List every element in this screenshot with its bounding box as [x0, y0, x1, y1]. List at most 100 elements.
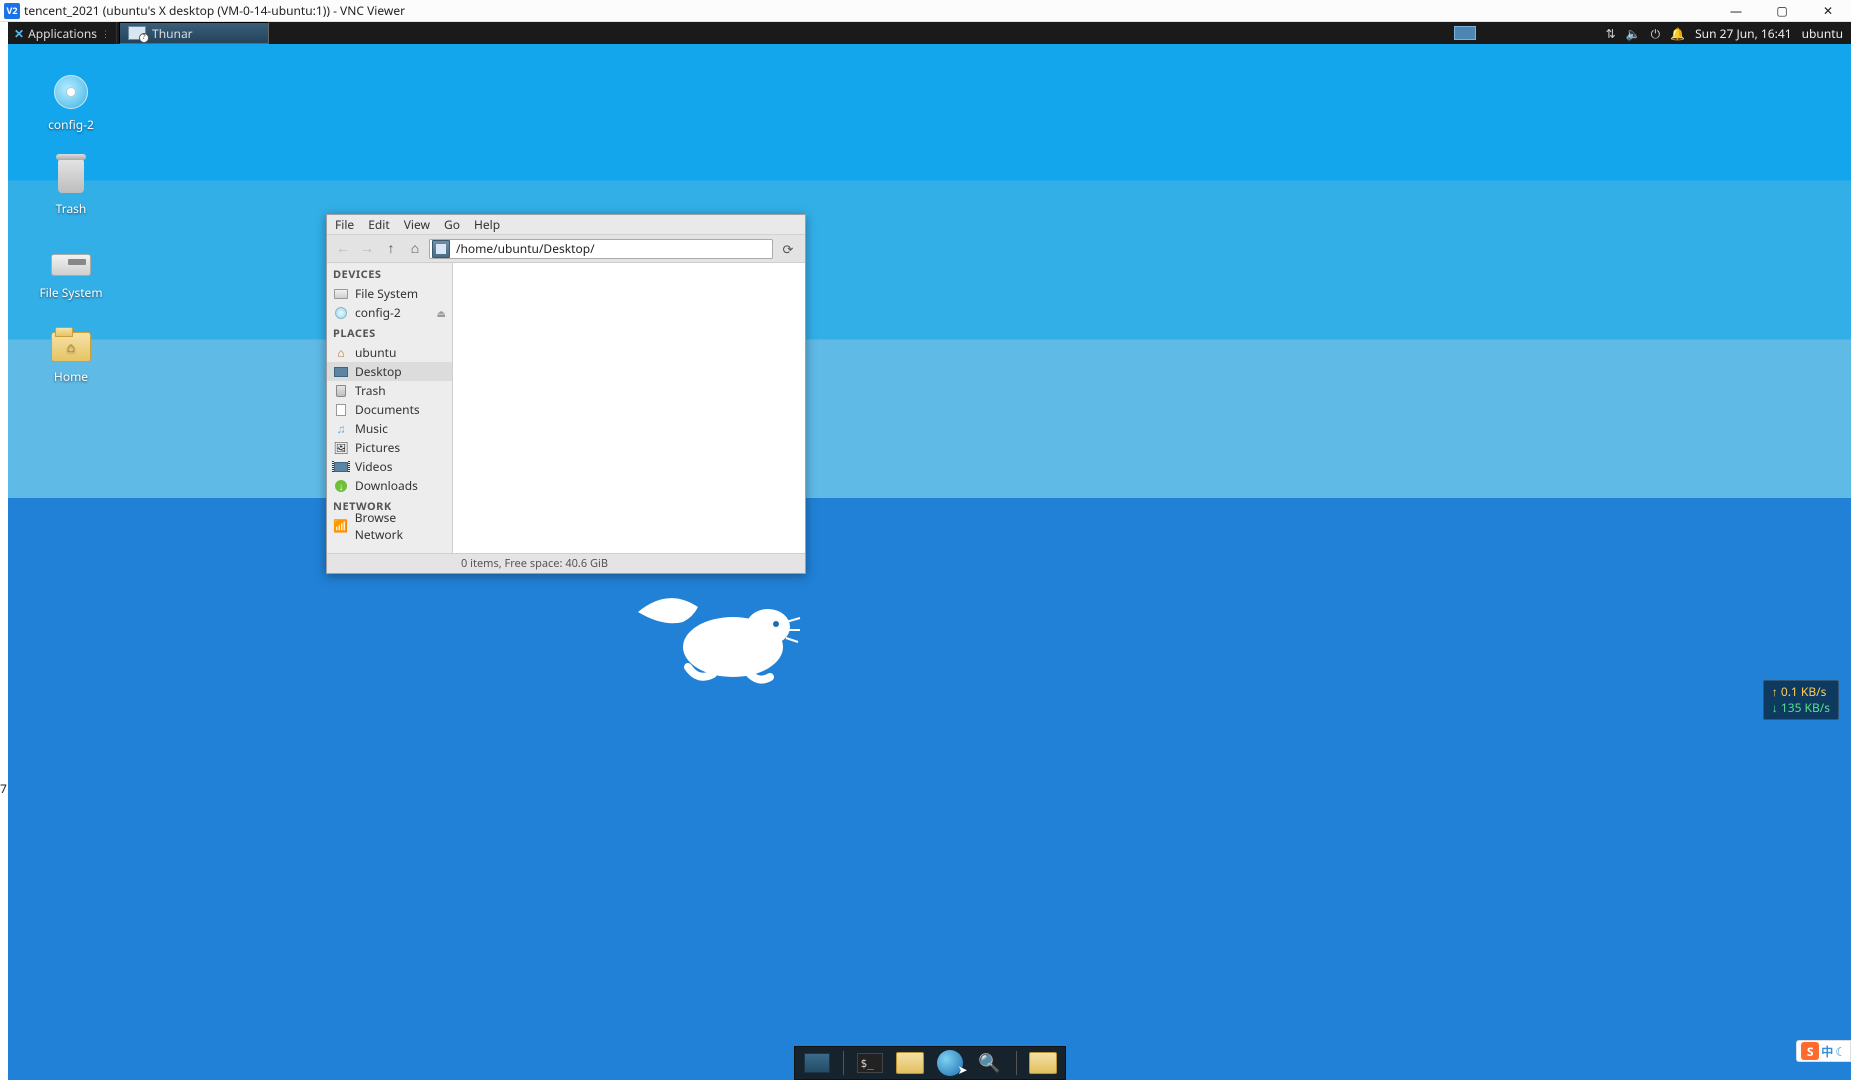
menu-view[interactable]: View [404, 216, 430, 233]
panel-username[interactable]: ubuntu [1802, 25, 1843, 42]
xfce-bottom-dock: $_ ➤ 🔍 [794, 1046, 1066, 1080]
downloads-icon: ↓ [335, 480, 347, 492]
menu-edit[interactable]: Edit [368, 216, 389, 233]
applications-label: Applications [28, 25, 97, 42]
system-tray: ⇅ 🔈 ⏻ 🔔 Sun 27 Jun, 16:41 ubuntu [1446, 25, 1851, 42]
sidebar-item-label: Pictures [355, 439, 400, 456]
thunar-content-pane[interactable] [453, 263, 805, 553]
path-text[interactable]: /home/ubuntu/Desktop/ [452, 240, 772, 257]
drive-icon [51, 254, 91, 276]
dock-filemanager-button[interactable] [894, 1050, 926, 1076]
vnc-window-title: tencent_2021 (ubuntu's X desktop (VM-0-1… [24, 2, 1713, 19]
nav-up-button[interactable]: ↑ [381, 239, 401, 259]
dock-search-button[interactable]: 🔍 [974, 1050, 1006, 1076]
netspeed-upload: ↑ 0.1 KB/s [1772, 684, 1830, 700]
sidebar-place-downloads[interactable]: ↓ Downloads [327, 476, 452, 495]
panel-clock[interactable]: Sun 27 Jun, 16:41 [1695, 25, 1792, 42]
nav-home-button[interactable]: ⌂ [405, 239, 425, 259]
power-tray-icon[interactable]: ⏻ [1651, 25, 1661, 42]
sidebar-device-filesystem[interactable]: File System [327, 284, 452, 303]
desktop-icon-label: config-2 [48, 116, 94, 133]
trash-icon [58, 159, 84, 193]
dock-terminal-button[interactable]: $_ [854, 1050, 886, 1076]
wallpaper [8, 22, 1851, 1080]
thunar-window[interactable]: File Edit View Go Help ← → ↑ ⌂ /home/ubu… [326, 214, 806, 574]
sidebar-item-label: ubuntu [355, 344, 396, 361]
sidebar-header-devices: DEVICES [327, 263, 452, 284]
dock-browser-button[interactable]: ➤ [934, 1050, 966, 1076]
sidebar-place-music[interactable]: ♫ Music [327, 419, 452, 438]
sidebar-header-places: PLACES [327, 322, 452, 343]
notifications-tray-icon[interactable]: 🔔 [1670, 25, 1685, 42]
sidebar-place-documents[interactable]: Documents [327, 400, 452, 419]
desktop-icon-label: File System [39, 284, 102, 301]
thunar-task-icon: ? [128, 26, 146, 40]
sidebar-place-desktop[interactable]: Desktop [327, 362, 452, 381]
vnc-logo-icon: V2 [4, 3, 20, 19]
trash-icon [336, 385, 346, 397]
thunar-statusbar: 0 items, Free space: 40.6 GiB [327, 553, 805, 573]
vnc-minimize-button[interactable]: — [1713, 0, 1759, 22]
menu-file[interactable]: File [335, 216, 354, 233]
ime-indicator[interactable]: S 中 ☾ [1796, 1040, 1851, 1062]
desktop-icon-trash[interactable]: Trash [26, 156, 116, 217]
thunar-menubar: File Edit View Go Help [327, 215, 805, 235]
ime-mode-icon[interactable]: ☾ [1835, 1043, 1846, 1060]
remote-desktop[interactable]: ✕ Applications ⋮ ? Thunar ⇅ 🔈 ⏻ 🔔 Sun 27… [8, 22, 1851, 1080]
sidebar-network-browse[interactable]: 📶 Browse Network [327, 516, 452, 535]
path-entry[interactable]: /home/ubuntu/Desktop/ [429, 239, 773, 259]
nav-back-button[interactable]: ← [333, 239, 353, 259]
desktop-icon-filesystem[interactable]: File System [26, 240, 116, 301]
nav-refresh-button[interactable]: ⟳ [777, 240, 799, 258]
pictures-icon: 🖼 [333, 441, 349, 455]
vnc-close-button[interactable]: ✕ [1805, 0, 1851, 22]
status-text: 0 items, Free space: 40.6 GiB [461, 556, 608, 571]
thunar-sidebar: DEVICES File System config-2 ⏏ PLACES ⌂ … [327, 263, 453, 553]
sidebar-place-pictures[interactable]: 🖼 Pictures [327, 438, 452, 457]
sidebar-place-trash[interactable]: Trash [327, 381, 452, 400]
menu-go[interactable]: Go [444, 216, 460, 233]
network-tray-icon[interactable]: ⇅ [1606, 25, 1616, 42]
workspace-switcher[interactable] [1454, 26, 1476, 40]
home-icon: ⌂ [333, 346, 349, 360]
magnifier-icon: 🔍 [978, 1051, 1000, 1075]
applications-menu-button[interactable]: ✕ Applications ⋮ [8, 22, 117, 44]
cursor-icon: ➤ [957, 1061, 967, 1078]
sidebar-item-label: Trash [355, 382, 386, 399]
nav-forward-button[interactable]: → [357, 239, 377, 259]
dock-folder-button[interactable] [1027, 1050, 1059, 1076]
netspeed-overlay: ↑ 0.1 KB/s ↓ 135 KB/s [1763, 680, 1839, 720]
menu-help[interactable]: Help [474, 216, 500, 233]
file-icon [336, 404, 346, 416]
sidebar-item-label: Music [355, 420, 388, 437]
dock-separator [1016, 1051, 1017, 1075]
sidebar-item-label: File System [355, 285, 418, 302]
xfce-mouse-logo-icon [628, 582, 808, 692]
sidebar-place-ubuntu[interactable]: ⌂ ubuntu [327, 343, 452, 362]
xfce-menu-icon: ✕ [14, 25, 24, 42]
ime-lang-label[interactable]: 中 [1821, 1043, 1833, 1060]
music-icon: ♫ [333, 422, 349, 436]
desktop-icon [334, 367, 348, 377]
volume-tray-icon[interactable]: 🔈 [1626, 25, 1641, 42]
vnc-maximize-button[interactable]: ▢ [1759, 0, 1805, 22]
home-folder-icon: ⌂ [51, 332, 91, 362]
taskbar-item-thunar[interactable]: ? Thunar [119, 22, 269, 44]
dock-separator [843, 1051, 844, 1075]
taskbar-item-label: Thunar [152, 25, 193, 42]
sogou-logo-icon: S [1801, 1042, 1819, 1060]
sidebar-device-config-2[interactable]: config-2 ⏏ [327, 303, 452, 322]
desktop-icon-home[interactable]: ⌂ Home [26, 324, 116, 385]
sidebar-item-label: Downloads [355, 477, 418, 494]
videos-icon [334, 462, 348, 472]
path-location-icon [432, 240, 450, 258]
sidebar-place-videos[interactable]: Videos [327, 457, 452, 476]
desktop-icon-label: Trash [56, 200, 87, 217]
network-icon: 📶 [333, 519, 349, 533]
sidebar-item-label: config-2 [355, 304, 401, 321]
vnc-titlebar: V2 tencent_2021 (ubuntu's X desktop (VM-… [0, 0, 1851, 22]
desktop-icon-config-2[interactable]: config-2 [26, 72, 116, 133]
side-number-label: 7 [0, 780, 7, 797]
eject-icon[interactable]: ⏏ [437, 306, 446, 320]
dock-show-desktop-button[interactable] [801, 1050, 833, 1076]
